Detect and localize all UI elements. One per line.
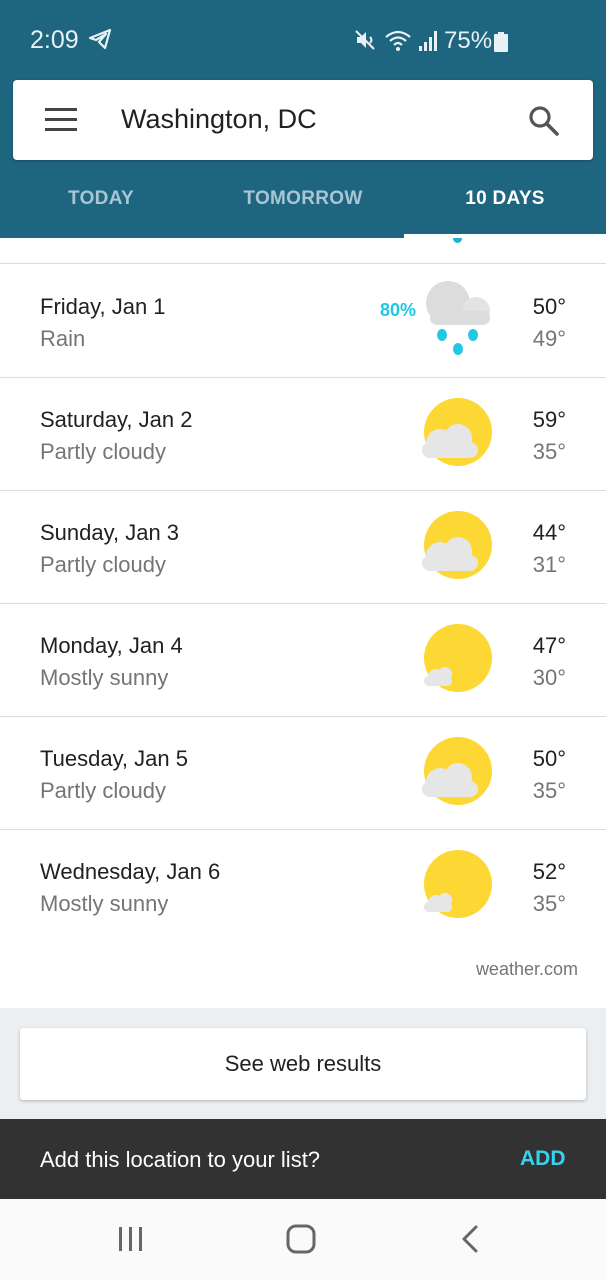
source-link[interactable]: weather.com bbox=[476, 959, 578, 980]
temp-high: 47° bbox=[532, 633, 566, 658]
battery-percent: 75% bbox=[444, 27, 493, 54]
previous-day-row bbox=[0, 238, 606, 264]
forecast-row[interactable]: Wednesday, Jan 6 Mostly sunny 52° 35° bbox=[0, 830, 606, 943]
forecast-date: Monday, Jan 4 bbox=[40, 633, 183, 658]
wifi-icon bbox=[384, 28, 412, 57]
forecast-row[interactable]: Friday, Jan 1 Rain 80% 50° 49° bbox=[0, 265, 606, 378]
forecast-date: Sunday, Jan 3 bbox=[40, 520, 180, 545]
forecast-condition: Partly cloudy bbox=[40, 439, 166, 464]
temp-high: 59° bbox=[532, 407, 566, 432]
snackbar-message: Add this location to your list? bbox=[40, 1147, 321, 1172]
tab-today[interactable]: TODAY bbox=[0, 160, 202, 238]
battery-icon bbox=[494, 32, 508, 57]
precip-chance: 80% bbox=[380, 300, 417, 320]
forecast-condition: Mostly sunny bbox=[40, 665, 169, 690]
partly-cloudy-icon bbox=[422, 398, 492, 466]
temp-low: 35° bbox=[532, 439, 566, 464]
app-header: 2:09 75% Washington, DC TODAY TOMORROW 1… bbox=[0, 0, 606, 238]
search-bar[interactable]: Washington, DC bbox=[13, 80, 593, 160]
forecast-condition: Mostly sunny bbox=[40, 891, 169, 916]
add-location-button[interactable]: ADD bbox=[520, 1147, 566, 1171]
forecast-condition: Partly cloudy bbox=[40, 552, 166, 577]
forecast-row[interactable]: Monday, Jan 4 Mostly sunny 47° 30° bbox=[0, 604, 606, 717]
forecast-row[interactable]: Tuesday, Jan 5 Partly cloudy 50° 35° bbox=[0, 717, 606, 830]
forecast-condition: Partly cloudy bbox=[40, 778, 166, 803]
forecast-tabs: TODAY TOMORROW 10 DAYS bbox=[0, 160, 606, 238]
home-icon[interactable] bbox=[285, 1223, 317, 1260]
search-icon[interactable] bbox=[527, 104, 561, 143]
location-input[interactable]: Washington, DC bbox=[121, 104, 317, 135]
rain-drop-icon bbox=[453, 238, 462, 243]
recent-apps-icon[interactable] bbox=[116, 1223, 146, 1260]
temp-high: 50° bbox=[532, 746, 566, 771]
status-time: 2:09 bbox=[30, 26, 79, 54]
menu-icon[interactable] bbox=[45, 108, 77, 132]
forecast-row[interactable]: Sunday, Jan 3 Partly cloudy 44° 31° bbox=[0, 491, 606, 604]
snackbar: Add this location to your list? ADD bbox=[0, 1119, 606, 1199]
status-bar: 2:09 75% bbox=[0, 0, 606, 80]
forecast-list[interactable]: Friday, Jan 1 Rain 80% 50° 49° Saturday,… bbox=[0, 238, 606, 1008]
partly-cloudy-icon bbox=[422, 737, 492, 805]
temp-low: 31° bbox=[532, 552, 566, 577]
tab-10-days[interactable]: 10 DAYS bbox=[404, 160, 606, 238]
forecast-date: Friday, Jan 1 bbox=[40, 294, 166, 319]
temp-high: 50° bbox=[532, 294, 566, 319]
see-web-results-button[interactable]: See web results bbox=[20, 1028, 586, 1100]
partly-cloudy-icon bbox=[422, 511, 492, 579]
mute-icon bbox=[354, 28, 378, 57]
back-icon[interactable] bbox=[458, 1223, 482, 1260]
temp-low: 30° bbox=[532, 665, 566, 690]
rain-icon bbox=[426, 281, 490, 355]
temp-high: 44° bbox=[532, 520, 566, 545]
forecast-date: Saturday, Jan 2 bbox=[40, 407, 193, 432]
navigation-bar bbox=[0, 1199, 606, 1280]
temp-high: 52° bbox=[532, 859, 566, 884]
forecast-condition: Rain bbox=[40, 326, 86, 351]
forecast-date: Tuesday, Jan 5 bbox=[40, 746, 188, 771]
mostly-sunny-icon bbox=[424, 624, 492, 692]
signal-icon bbox=[418, 28, 440, 57]
tab-tomorrow[interactable]: TOMORROW bbox=[202, 160, 404, 238]
mostly-sunny-icon bbox=[424, 850, 492, 918]
temp-low: 49° bbox=[532, 326, 566, 351]
forecast-row[interactable]: Saturday, Jan 2 Partly cloudy 59° 35° bbox=[0, 378, 606, 491]
temp-low: 35° bbox=[532, 891, 566, 916]
forecast-date: Wednesday, Jan 6 bbox=[40, 859, 221, 884]
telegram-icon bbox=[88, 28, 112, 55]
temp-low: 35° bbox=[532, 778, 566, 803]
